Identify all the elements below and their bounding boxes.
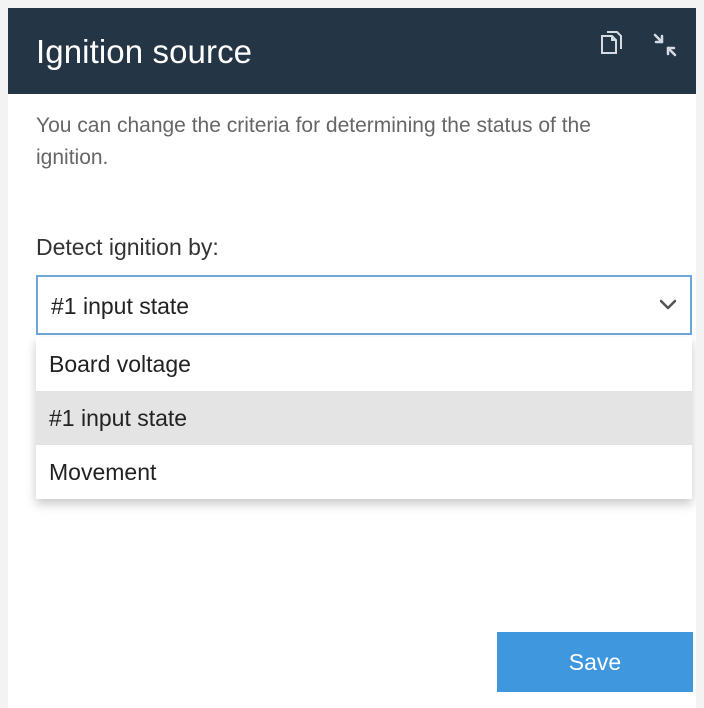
detect-ignition-label: Detect ignition by: bbox=[36, 234, 219, 260]
ignition-source-panel: Ignition source You can change the crite… bbox=[8, 8, 696, 708]
panel-title: Ignition source bbox=[36, 33, 253, 70]
dropdown-option-input-state[interactable]: #1 input state bbox=[36, 391, 692, 445]
selected-ignition-option: #1 input state bbox=[51, 293, 190, 319]
collapse-icon[interactable] bbox=[646, 26, 684, 64]
panel-header: Ignition source bbox=[8, 8, 696, 94]
chevron-down-icon[interactable] bbox=[656, 293, 680, 317]
copy-icon[interactable] bbox=[590, 26, 628, 64]
dropdown-option-board-voltage[interactable]: Board voltage bbox=[36, 337, 692, 391]
ignition-detection-select[interactable]: #1 input state bbox=[36, 275, 692, 335]
dropdown-option-movement[interactable]: Movement bbox=[36, 445, 692, 499]
panel-description: You can change the criteria for determin… bbox=[36, 114, 591, 169]
ignition-options-menu: Board voltage #1 input state Movement bbox=[36, 337, 692, 499]
save-button[interactable]: Save bbox=[497, 632, 693, 692]
